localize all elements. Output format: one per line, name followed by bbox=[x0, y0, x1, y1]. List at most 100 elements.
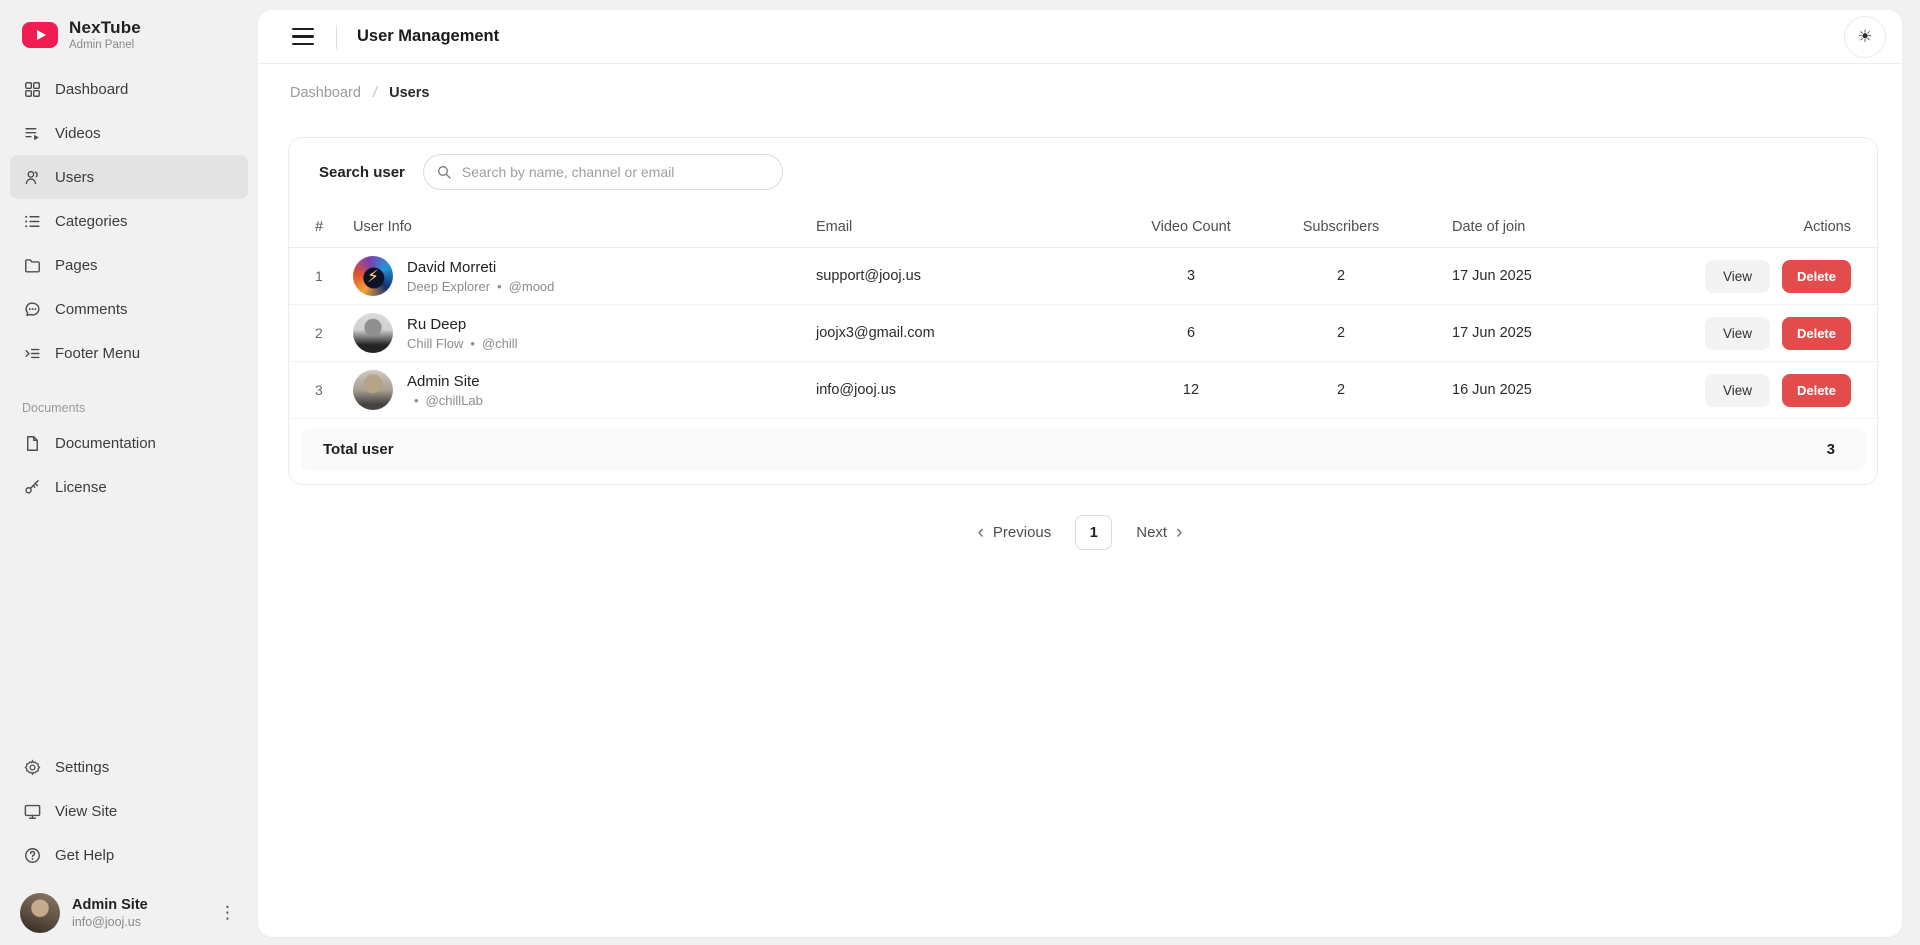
sidebar: NexTube Admin Panel Dashboard Videos Use… bbox=[0, 0, 258, 945]
user-handle: @chillLab bbox=[425, 392, 483, 408]
hamburger-icon[interactable] bbox=[284, 18, 322, 56]
table-row: 1 ⚡ David Morreti Deep Explorer • @mood … bbox=[289, 248, 1877, 305]
sidebar-item-label: Get Help bbox=[55, 846, 115, 864]
sidebar-item-label: Documentation bbox=[55, 434, 156, 452]
sidebar-item-dashboard[interactable]: Dashboard bbox=[10, 67, 248, 111]
sidebar-documents-nav: Documentation License bbox=[0, 421, 258, 509]
sidebar-item-label: Comments bbox=[55, 300, 128, 318]
user-email: info@jooj.us bbox=[816, 382, 897, 398]
breadcrumb-dashboard-link[interactable]: Dashboard bbox=[290, 85, 361, 101]
video-list-icon bbox=[22, 123, 42, 143]
sidebar-item-users[interactable]: Users bbox=[10, 155, 248, 199]
brand-subtitle: Admin Panel bbox=[69, 39, 135, 51]
user-email: joojx3@gmail.com bbox=[816, 325, 935, 341]
header-video-count: Video Count bbox=[1151, 218, 1231, 235]
header-user-info: User Info bbox=[353, 218, 412, 235]
sidebar-item-pages[interactable]: Pages bbox=[10, 243, 248, 287]
page-number[interactable]: 1 bbox=[1075, 515, 1113, 550]
user-handle: @mood bbox=[508, 278, 555, 294]
user-cell: ⚡ David Morreti Deep Explorer • @mood bbox=[353, 256, 816, 296]
sidebar-item-label: Settings bbox=[55, 758, 110, 776]
chevron-left-icon: ‹ bbox=[977, 522, 984, 543]
sidebar-item-label: License bbox=[55, 478, 107, 496]
profile-text: Admin Site info@jooj.us bbox=[72, 897, 148, 929]
view-button[interactable]: View bbox=[1704, 316, 1770, 350]
topbar-divider bbox=[336, 24, 337, 49]
bullet-separator: • bbox=[470, 335, 475, 351]
brand-text: NexTube Admin Panel bbox=[69, 18, 141, 51]
topbar: User Management ☀ bbox=[258, 10, 1902, 64]
row-index: 1 bbox=[315, 268, 323, 284]
view-button[interactable]: View bbox=[1704, 259, 1770, 293]
user-text: David Morreti Deep Explorer • @mood bbox=[407, 259, 554, 294]
next-page-button[interactable]: Next › bbox=[1136, 523, 1182, 542]
row-index: 3 bbox=[315, 382, 323, 398]
sidebar-item-get-help[interactable]: Get Help bbox=[10, 833, 248, 877]
breadcrumb: Dashboard / Users bbox=[258, 64, 1902, 101]
sidebar-item-settings[interactable]: Settings bbox=[10, 745, 248, 789]
theme-toggle-button[interactable]: ☀ bbox=[1844, 15, 1886, 58]
user-text: Ru Deep Chill Flow • @chill bbox=[407, 316, 518, 351]
sidebar-item-comments[interactable]: Comments bbox=[10, 287, 248, 331]
nextube-logo-icon bbox=[22, 21, 58, 48]
main-panel: User Management ☀ Dashboard / Users Sear… bbox=[258, 10, 1902, 937]
total-label: Total user bbox=[323, 441, 394, 458]
date-of-join: 17 Jun 2025 bbox=[1452, 325, 1532, 341]
grid-icon bbox=[22, 79, 42, 99]
previous-page-button[interactable]: ‹ Previous bbox=[978, 523, 1052, 542]
delete-button[interactable]: Delete bbox=[1781, 316, 1851, 350]
avatar bbox=[353, 313, 393, 353]
page-title: User Management bbox=[357, 27, 500, 45]
video-count: 3 bbox=[1186, 268, 1196, 284]
sun-icon: ☀ bbox=[1857, 26, 1873, 46]
user-subtitle: Deep Explorer • @mood bbox=[407, 279, 554, 294]
subscriber-count: 2 bbox=[1336, 268, 1346, 284]
avatar bbox=[353, 370, 393, 410]
user-subtitle: Chill Flow • @chill bbox=[407, 336, 518, 351]
next-label: Next bbox=[1136, 524, 1168, 541]
kebab-icon[interactable]: ⋮ bbox=[211, 899, 244, 927]
chevron-right-icon: › bbox=[1176, 522, 1183, 543]
search-box bbox=[422, 154, 783, 190]
user-email: support@jooj.us bbox=[816, 268, 921, 284]
user-handle: @chill bbox=[481, 335, 518, 351]
play-icon bbox=[36, 29, 46, 40]
sidebar-item-categories[interactable]: Categories bbox=[10, 199, 248, 243]
view-button[interactable]: View bbox=[1704, 373, 1770, 407]
sidebar-item-label: Dashboard bbox=[55, 80, 129, 98]
sidebar-item-label: Users bbox=[55, 168, 95, 186]
sidebar-item-license[interactable]: License bbox=[10, 465, 248, 509]
search-label: Search user bbox=[319, 163, 405, 181]
sidebar-bottom-nav: Settings View Site Get Help bbox=[0, 745, 258, 877]
search-row: Search user bbox=[289, 138, 1877, 206]
sidebar-item-documentation[interactable]: Documentation bbox=[10, 421, 248, 465]
search-input[interactable] bbox=[422, 154, 783, 190]
sidebar-item-label: View Site bbox=[55, 802, 118, 820]
subscriber-count: 2 bbox=[1336, 325, 1346, 341]
user-name: Admin Site bbox=[407, 372, 480, 390]
sidebar-item-videos[interactable]: Videos bbox=[10, 111, 248, 155]
header-actions: Actions bbox=[1803, 218, 1851, 235]
sidebar-item-footer-menu[interactable]: Footer Menu bbox=[10, 331, 248, 375]
subscriber-count: 2 bbox=[1336, 382, 1346, 398]
table-row: 3 Admin Site • @chillLab info@jooj.us 12… bbox=[289, 362, 1877, 419]
header-email: Email bbox=[816, 218, 853, 235]
delete-button[interactable]: Delete bbox=[1781, 259, 1851, 293]
sidebar-item-label: Videos bbox=[55, 124, 101, 142]
delete-button[interactable]: Delete bbox=[1781, 373, 1851, 407]
brand[interactable]: NexTube Admin Panel bbox=[0, 14, 258, 55]
date-of-join: 16 Jun 2025 bbox=[1452, 382, 1532, 398]
bullet-separator: • bbox=[414, 392, 419, 408]
comment-icon bbox=[22, 299, 42, 319]
brand-name: NexTube bbox=[69, 18, 141, 37]
key-icon bbox=[22, 477, 42, 497]
user-name: David Morreti bbox=[407, 258, 497, 276]
header-date-of-join: Date of join bbox=[1452, 218, 1526, 235]
footer-menu-icon bbox=[22, 343, 42, 363]
profile-card[interactable]: Admin Site info@jooj.us ⋮ bbox=[20, 893, 244, 933]
sidebar-main-nav: Dashboard Videos Users Categories Pages … bbox=[0, 67, 258, 375]
sidebar-item-view-site[interactable]: View Site bbox=[10, 789, 248, 833]
row-actions: View Delete bbox=[1686, 316, 1851, 350]
profile-email: info@jooj.us bbox=[72, 915, 141, 929]
